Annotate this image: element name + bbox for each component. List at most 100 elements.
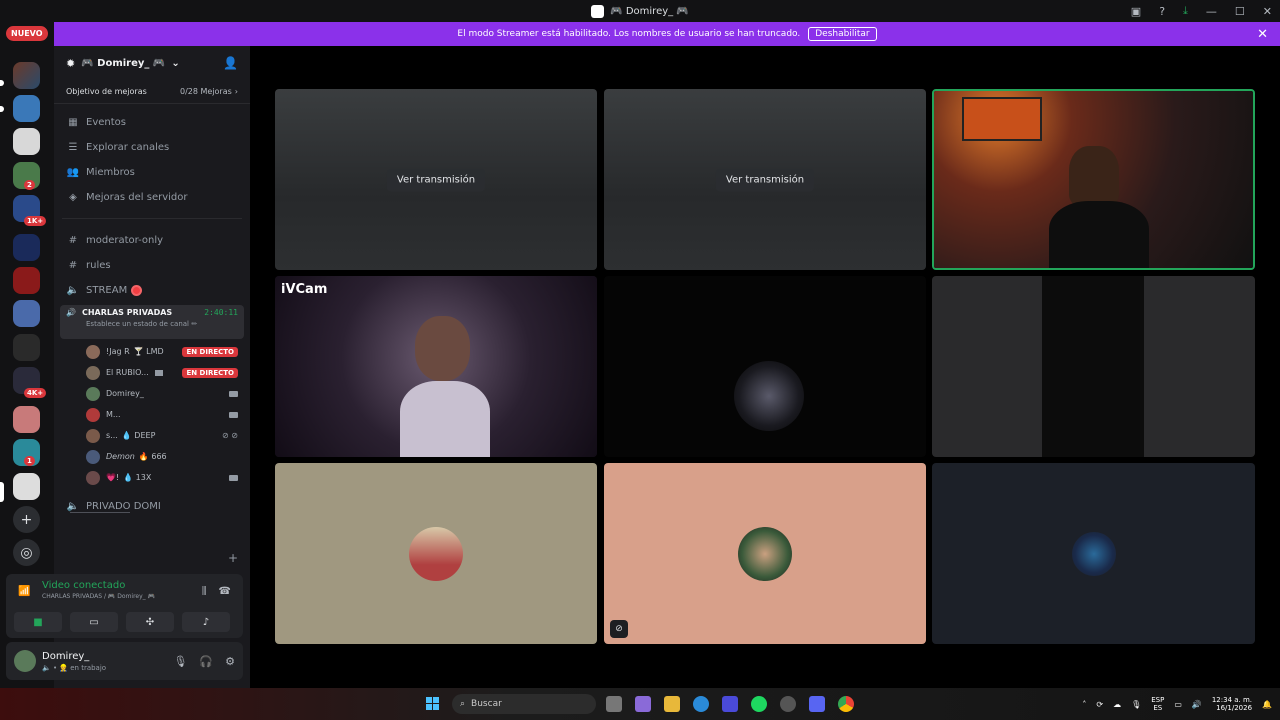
close-banner-icon[interactable]: ✕ — [1257, 27, 1268, 42]
file-explorer-icon[interactable] — [664, 696, 680, 712]
participant-tile[interactable] — [275, 463, 597, 644]
channel-name: PRIVADO DOMI — [86, 501, 161, 512]
camera-icon — [229, 390, 238, 397]
maximize-button[interactable]: ☐ — [1235, 5, 1245, 18]
nav-server-boosts[interactable]: ◈ Mejoras del servidor — [54, 185, 250, 210]
participant-tile[interactable]: ⊘ — [604, 463, 926, 644]
soundboard-button[interactable]: ♪ — [182, 612, 230, 632]
channel-privado-domi[interactable]: 🔈 PRIVADO DOMI — [54, 494, 250, 519]
camera-tile[interactable] — [932, 89, 1255, 270]
server-icon[interactable] — [13, 62, 40, 89]
person-body — [1049, 201, 1149, 268]
store-icon[interactable] — [722, 696, 738, 712]
activities-button[interactable]: ✣ — [126, 612, 174, 632]
camera-toggle-button[interactable]: ■ — [14, 612, 62, 632]
invite-people-icon[interactable]: 👤 — [223, 56, 238, 70]
server-icon[interactable] — [13, 95, 40, 122]
disconnect-icon[interactable]: ☎ — [219, 586, 231, 597]
windows-start-icon[interactable] — [426, 697, 440, 711]
voice-member[interactable]: El RUBIO... EN DIRECTO — [54, 362, 250, 383]
current-server-icon[interactable] — [13, 473, 40, 500]
server-icon[interactable] — [13, 234, 40, 261]
user-name[interactable]: Domirey_ — [42, 651, 106, 662]
chrome-icon[interactable] — [838, 696, 854, 712]
nav-members[interactable]: 👥 Miembros — [54, 160, 250, 185]
boost-goal[interactable]: Objetivo de mejoras 0/28 Mejoras › — [54, 80, 250, 104]
download-icon[interactable]: ⤓ — [1183, 4, 1188, 18]
active-voice-channel[interactable]: 🔊 CHARLAS PRIVADAS 2:40:11 Establece un es… — [60, 305, 244, 339]
stream-tile[interactable]: Ver transmisión — [275, 89, 597, 270]
screen-share-button[interactable]: ▭ — [70, 612, 118, 632]
headphones-icon[interactable]: 🎧 — [199, 655, 213, 668]
help-icon[interactable]: ? — [1159, 5, 1165, 18]
edge-icon[interactable] — [693, 696, 709, 712]
add-channel-icon[interactable]: + — [228, 551, 238, 565]
server-icon[interactable] — [13, 267, 40, 294]
banner-message: El modo Streamer está habilitado. Los no… — [457, 29, 801, 39]
channel-rules[interactable]: # rules — [54, 253, 250, 278]
participant-tile[interactable] — [932, 463, 1255, 644]
gear-icon[interactable]: ⚙ — [225, 655, 235, 668]
watch-stream-button[interactable]: Ver transmisión — [715, 168, 815, 191]
voice-member[interactable]: s... 💧 DEEP ⊘ ⊘ — [54, 425, 250, 446]
onedrive-icon[interactable]: ☁ — [1113, 700, 1121, 709]
notifications-icon[interactable]: 🔔 — [1262, 700, 1272, 709]
channel-status-hint[interactable]: Establece un estado de canal ✏ — [86, 320, 238, 328]
member-tag: 🍸 LMD — [133, 347, 164, 356]
language-indicator[interactable]: ESP ES — [1151, 696, 1164, 713]
channel-moderator-only[interactable]: # moderator-only — [54, 228, 250, 253]
voice-member[interactable]: !Jag R 🍸 LMD EN DIRECTO — [54, 341, 250, 362]
disable-streamer-button[interactable]: Deshabilitar — [808, 27, 877, 41]
boost-goal-label: Objetivo de mejoras — [66, 87, 147, 96]
camera-tile[interactable] — [604, 276, 926, 457]
network-icon[interactable]: ▭ — [1174, 700, 1182, 709]
server-icon[interactable] — [13, 300, 40, 327]
task-view-icon[interactable] — [606, 696, 622, 712]
server-mention-badge: 4K+ — [24, 388, 47, 398]
app-icon[interactable] — [780, 696, 796, 712]
discover-icon[interactable]: ◎ — [13, 539, 40, 566]
voice-member[interactable]: M... — [54, 404, 250, 425]
avatar[interactable] — [14, 650, 36, 672]
volume-icon[interactable]: 🔊 — [1192, 700, 1202, 709]
nav-events[interactable]: ▦ Eventos — [54, 110, 250, 135]
copilot-icon[interactable] — [635, 696, 651, 712]
chevron-up-icon[interactable]: ˄ — [1082, 700, 1086, 709]
taskbar: ⌕ Buscar ˄ ⟳ ☁ 🎙 ESP ES ▭ 🔊 12:34 a. m. … — [0, 688, 1280, 720]
stream-tile[interactable]: Ver transmisión — [604, 89, 926, 270]
discord-taskbar-icon[interactable] — [809, 696, 825, 712]
server-icon[interactable] — [13, 334, 40, 361]
server-icon[interactable] — [13, 406, 40, 433]
member-tag: 💧 DEEP — [121, 431, 156, 440]
hash-icon: # — [68, 235, 78, 246]
new-badge[interactable]: NUEVO — [6, 26, 48, 41]
voice-member[interactable]: 💗! 💧 13X — [54, 467, 250, 488]
spotify-icon[interactable] — [751, 696, 767, 712]
member-name: Demon — [106, 452, 135, 461]
sync-icon[interactable]: ⟳ — [1096, 700, 1103, 709]
nav-browse-channels[interactable]: ☰ Explorar canales — [54, 135, 250, 160]
guild-header[interactable]: ✹ 🎮 Domirey_ 🎮 ⌄ 👤 — [54, 46, 250, 80]
voice-member[interactable]: Domirey_ — [54, 383, 250, 404]
title-bar-controls: ▣ ? ⤓ — ☐ ✕ — [1131, 0, 1272, 22]
clock[interactable]: 12:34 a. m. 16/1/2026 — [1212, 696, 1252, 713]
server-mention-badge: 1K+ — [24, 216, 47, 226]
add-server-icon[interactable]: + — [13, 506, 40, 533]
camera-tile[interactable] — [932, 276, 1255, 457]
close-window-button[interactable]: ✕ — [1263, 5, 1272, 18]
signal-icon[interactable]: 📶 — [18, 586, 30, 597]
guild-name: 🎮 Domirey_ 🎮 — [81, 57, 166, 69]
voice-member[interactable]: Demon 🔥 666 — [54, 446, 250, 467]
watch-stream-button[interactable]: Ver transmisión — [386, 168, 486, 191]
microphone-icon[interactable]: 🎙 — [173, 655, 187, 668]
camera-tile[interactable]: iVCam — [275, 276, 597, 457]
ivcam-watermark: iVCam — [281, 282, 328, 297]
member-name: M... — [106, 410, 121, 419]
inbox-icon[interactable]: ▣ — [1131, 5, 1141, 18]
microphone-icon[interactable]: 🎙 — [1131, 700, 1141, 709]
minimize-button[interactable]: — — [1206, 5, 1217, 18]
server-icon[interactable] — [13, 128, 40, 155]
noise-suppression-icon[interactable]: ⫼ — [202, 586, 207, 597]
taskbar-search[interactable]: ⌕ Buscar — [452, 694, 596, 714]
channel-stream[interactable]: 🔈 STREAM — [54, 278, 250, 303]
